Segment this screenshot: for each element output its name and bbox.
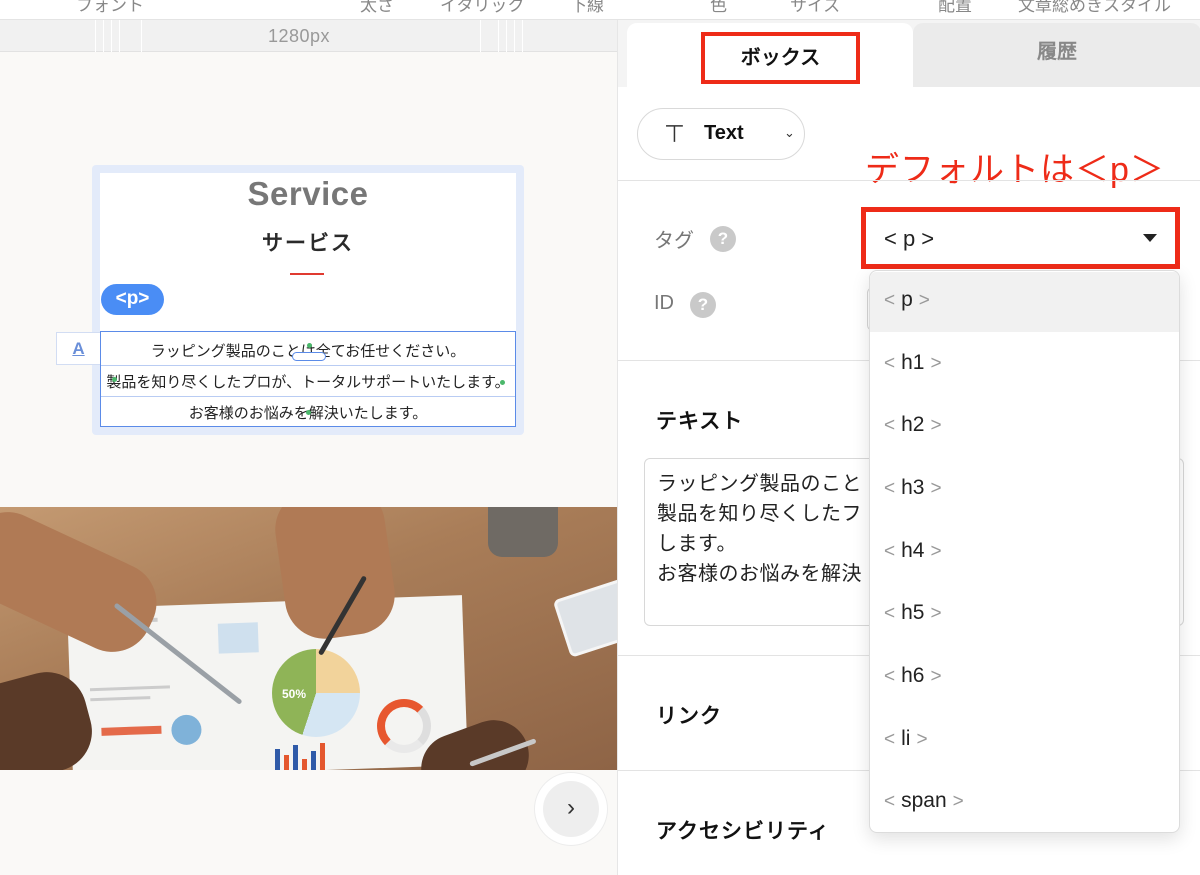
- coffee-cup-shape: [488, 507, 558, 557]
- annotation-default-tag: デフォルトは＜p＞: [865, 151, 1165, 189]
- tag-option-h6[interactable]: < h6 >: [870, 647, 1179, 709]
- tag-option-label: h2: [901, 413, 925, 436]
- tab-box[interactable]: ボックス: [627, 23, 913, 87]
- business-meeting-photo[interactable]: 50%: [0, 507, 617, 770]
- tag-option-h5[interactable]: < h5 >: [870, 584, 1179, 646]
- resize-handle[interactable]: [292, 352, 326, 361]
- tag-option-label: span: [901, 789, 947, 812]
- guide-dot: [306, 410, 311, 415]
- chevron-down-icon: ⌄: [784, 125, 795, 140]
- tag-select[interactable]: < p >: [861, 207, 1180, 269]
- tag-option-span[interactable]: < span >: [870, 772, 1179, 832]
- toolbar-font[interactable]: フォント: [76, 0, 144, 16]
- width-ruler: 1280px: [0, 20, 617, 52]
- tag-option-h2[interactable]: < h2 >: [870, 396, 1179, 458]
- tag-option-label: p: [901, 288, 913, 311]
- guide-dot: [500, 380, 505, 385]
- tag-select-value: < p >: [884, 226, 935, 251]
- tag-option-label: h4: [901, 539, 925, 562]
- tab-box-label[interactable]: ボックス: [701, 32, 860, 84]
- toolbar-italic[interactable]: イタリック: [440, 0, 524, 16]
- service-heading[interactable]: Service: [100, 175, 516, 213]
- id-label: ID: [654, 292, 674, 314]
- tag-option-label: h5: [901, 601, 925, 624]
- next-arrow-icon[interactable]: ›: [543, 781, 599, 837]
- guide-dot: [112, 377, 117, 382]
- editor-canvas[interactable]: 1280px Service サービス <p> A ラッピング製品のことは全てお…: [0, 20, 617, 875]
- tab-history[interactable]: 履歴: [913, 23, 1200, 87]
- tag-option-h3[interactable]: < h3 >: [870, 459, 1179, 521]
- text-element-icon[interactable]: A: [56, 332, 101, 365]
- tag-option-li[interactable]: < li >: [870, 710, 1179, 772]
- element-type-label: Text: [704, 122, 744, 144]
- toolbar-align[interactable]: 配置: [938, 0, 972, 16]
- tag-option-label: h1: [901, 351, 925, 374]
- help-icon[interactable]: ?: [690, 292, 716, 318]
- tag-label: タグ: [654, 230, 694, 252]
- section-divider: [618, 180, 1200, 181]
- panel-tabbar: ボックス 履歴: [618, 20, 1200, 87]
- top-toolbar: フォント 太さ イタリック 下線 色 サイズ 配置 文章総めきスタイル: [0, 0, 1200, 20]
- text-type-icon: ⊤: [664, 121, 685, 148]
- element-type-selector[interactable]: ⊤ Text ⌄: [637, 108, 805, 160]
- guide-dot: [307, 343, 312, 348]
- text-section-title: テキスト: [656, 410, 744, 433]
- help-icon[interactable]: ?: [710, 226, 736, 252]
- accessibility-section-title[interactable]: アクセシビリティ: [656, 815, 830, 845]
- toolbar-color[interactable]: 色: [710, 0, 727, 16]
- toolbar-size[interactable]: サイズ: [790, 0, 841, 16]
- tag-option-label: li: [901, 727, 911, 750]
- tag-badge[interactable]: <p>: [101, 284, 164, 315]
- tag-dropdown-list: < p > < h1 > < h2 > < h3 > < h4 > < h5 > < h6 > < li > <…: [869, 270, 1180, 833]
- properties-panel: ボックス 履歴 ⊤ Text ⌄ デフォルトは＜p＞ タグ ? < p > ID…: [617, 20, 1200, 875]
- donut-chart-shape: [377, 699, 431, 753]
- service-subheading[interactable]: サービス: [100, 227, 516, 257]
- caret-down-icon: [1143, 234, 1157, 242]
- tag-option-h4[interactable]: < h4 >: [870, 522, 1179, 584]
- toolbar-text-style[interactable]: 文章総めきスタイル: [1018, 0, 1171, 16]
- link-section-title[interactable]: リンク: [656, 700, 722, 730]
- tag-option-p[interactable]: < p >: [870, 271, 1179, 333]
- tag-option-label: h3: [901, 476, 925, 499]
- pie-chart-label: 50%: [282, 687, 307, 701]
- toolbar-underline[interactable]: 下線: [570, 0, 604, 16]
- tag-option-h1[interactable]: < h1 >: [870, 334, 1179, 396]
- toolbar-weight[interactable]: 太さ: [360, 0, 394, 16]
- tag-option-label: h6: [901, 664, 925, 687]
- body-text-line[interactable]: 製品を知り尽くしたプロが、トータルサポートいたします。: [100, 371, 516, 392]
- heading-underline-divider: [290, 273, 324, 275]
- tablet-shape: [552, 576, 617, 658]
- ruler-width-label: 1280px: [268, 26, 331, 46]
